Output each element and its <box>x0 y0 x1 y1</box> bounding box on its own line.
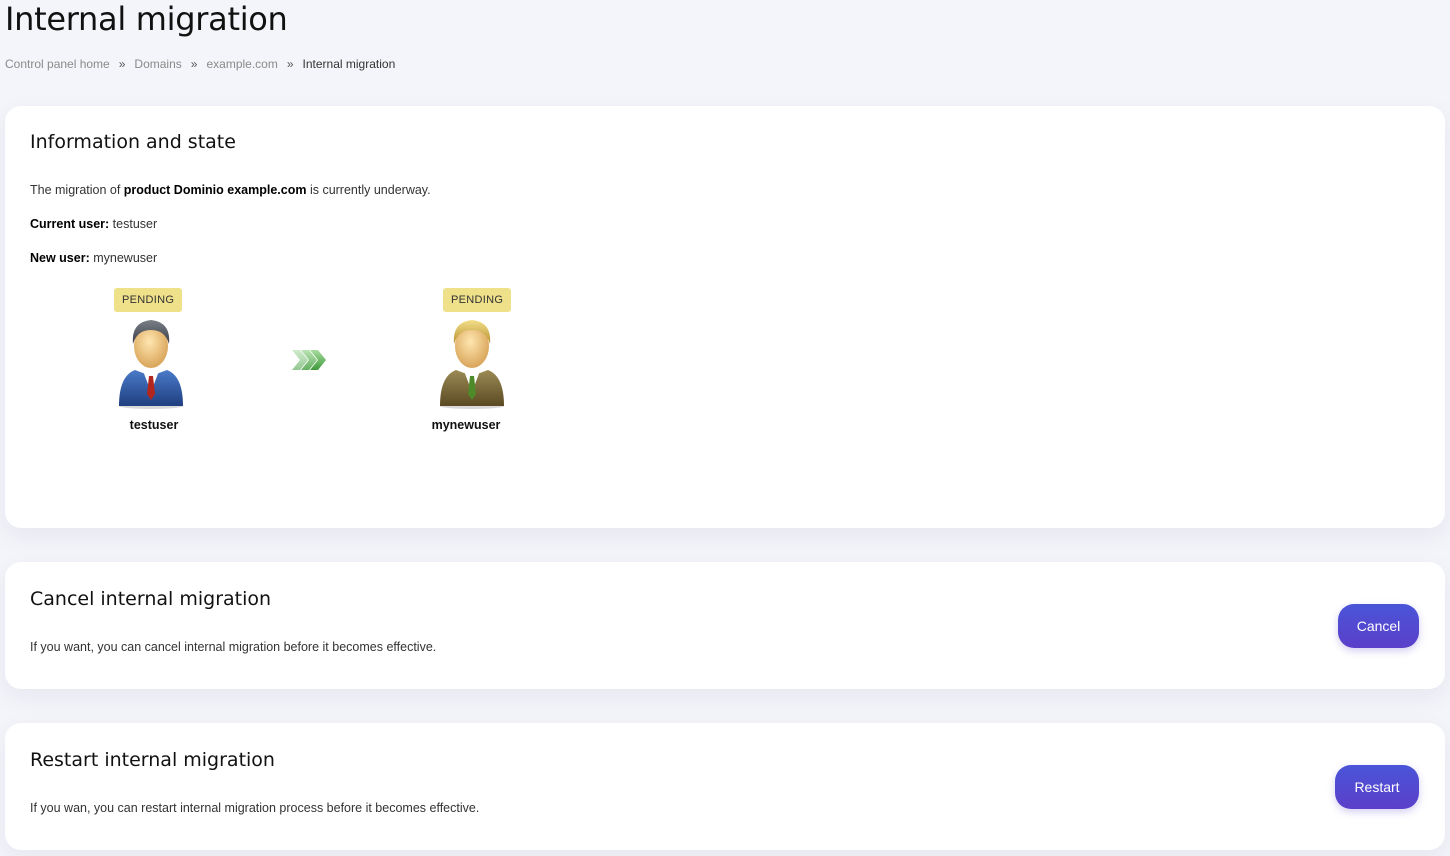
current-user-label: Current user: <box>30 217 110 231</box>
restart-button[interactable]: Restart <box>1335 765 1419 809</box>
cancel-description: If you want, you can cancel internal mig… <box>30 640 437 654</box>
new-user-value: mynewuser <box>93 251 158 265</box>
migration-suffix: is currently underway. <box>306 183 431 197</box>
restart-heading: Restart internal migration <box>30 749 275 771</box>
new-user-row: New user: mynewuser <box>30 251 157 265</box>
migration-product: product Dominio example.com <box>123 183 307 197</box>
breadcrumb-domains[interactable]: Domains <box>134 57 181 71</box>
target-user-name: mynewuser <box>431 418 501 432</box>
source-status-badge: PENDING <box>114 288 183 312</box>
breadcrumb-current: Internal migration <box>302 57 396 71</box>
migration-prefix: The migration of <box>30 183 124 197</box>
cancel-heading: Cancel internal migration <box>30 588 272 610</box>
breadcrumb-separator: » <box>118 57 126 71</box>
info-heading: Information and state <box>30 131 236 153</box>
user-icon-target <box>440 320 504 409</box>
migration-status-text: The migration of product Dominio example… <box>30 183 431 197</box>
restart-card: Restart internal migration If you wan, y… <box>5 723 1445 850</box>
breadcrumb-example-com[interactable]: example.com <box>206 57 277 71</box>
breadcrumb-separator: » <box>286 57 294 71</box>
current-user-row: Current user: testuser <box>30 217 157 231</box>
info-card: Information and state The migration of p… <box>5 106 1445 528</box>
breadcrumb-separator: » <box>190 57 198 71</box>
migration-arrow-icon <box>292 350 326 370</box>
source-user-name: testuser <box>129 418 179 432</box>
current-user-value: testuser <box>112 217 158 231</box>
page-title: Internal migration <box>5 0 288 38</box>
user-icon-source <box>119 320 183 409</box>
cancel-card: Cancel internal migration If you want, y… <box>5 562 1445 689</box>
restart-description: If you wan, you can restart internal mig… <box>30 801 480 815</box>
breadcrumb: Control panel home » Domains » example.c… <box>5 57 395 71</box>
breadcrumb-control-panel-home[interactable]: Control panel home <box>5 57 110 71</box>
cancel-button[interactable]: Cancel <box>1338 604 1419 648</box>
target-status-badge: PENDING <box>443 288 512 312</box>
new-user-label: New user: <box>30 251 90 265</box>
